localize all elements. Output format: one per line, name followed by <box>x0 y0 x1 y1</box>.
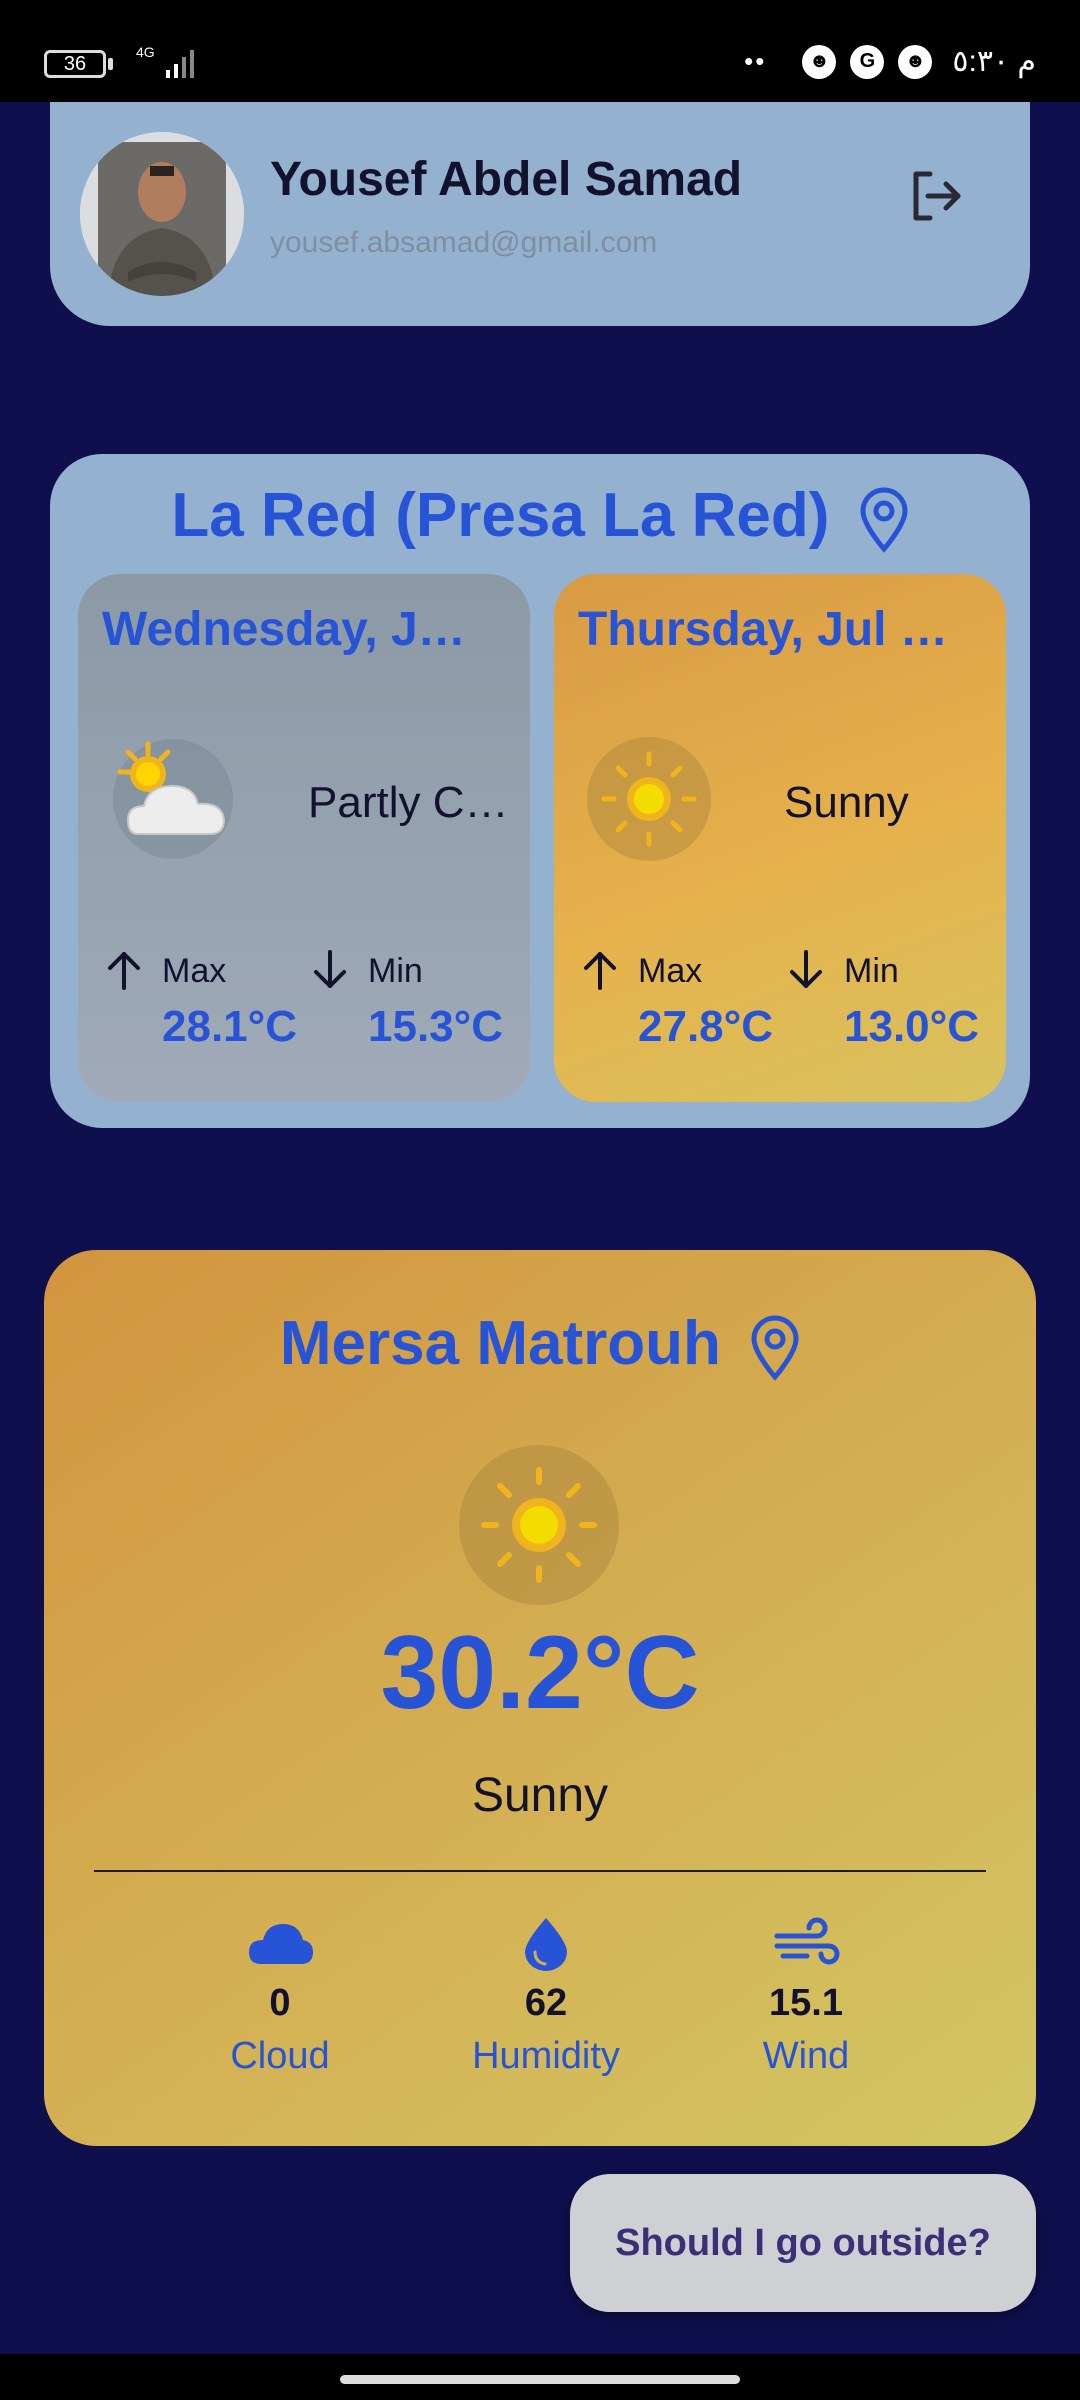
arrow-down-icon <box>314 950 346 988</box>
forecast-condition: Partly C… <box>308 778 509 827</box>
cloud-icon <box>249 1924 313 1964</box>
stat-cloud: 0 Cloud <box>170 1916 390 2078</box>
sun-icon <box>587 737 711 861</box>
max-label: Max <box>162 952 227 990</box>
min-label: Min <box>844 952 899 990</box>
divider <box>94 1870 986 1872</box>
battery-cap <box>108 58 113 70</box>
app-notification-icon: ☻ <box>898 44 933 79</box>
system-nav-bar <box>0 2354 1080 2400</box>
partly-cloudy-icon <box>113 739 233 859</box>
max-value: 27.8°C <box>638 1002 774 1051</box>
wind-value: 15.1 <box>769 1982 843 2024</box>
min-value: 15.3°C <box>368 1002 504 1051</box>
app-notification-icon: ☻ <box>802 44 837 79</box>
avatar[interactable] <box>80 132 244 296</box>
current-weather-card[interactable]: Mersa Matrouh 30.2°C Sunny 0 Cloud 62 Hu… <box>44 1250 1036 2146</box>
forecast-date: Thursday, Jul … <box>578 603 948 656</box>
sun-icon <box>459 1445 619 1605</box>
wind-icon <box>774 1917 840 1965</box>
arrow-up-icon <box>108 952 140 990</box>
google-icon: G <box>850 44 885 79</box>
current-temperature: 30.2°C <box>380 1615 700 1731</box>
logout-icon[interactable] <box>906 166 966 226</box>
stat-wind: 15.1 Wind <box>696 1916 916 2078</box>
profile-card: Yousef Abdel Samad yousef.absamad@gmail.… <box>50 102 1030 326</box>
forecast-day-card[interactable]: Thursday, Jul … Sunny Max 27.8°C Min 13.… <box>554 574 1006 1102</box>
min-label: Min <box>368 952 423 990</box>
current-condition: Sunny <box>471 1769 609 1822</box>
max-temp: Max 28.1°C <box>102 948 302 1068</box>
max-label: Max <box>638 952 703 990</box>
location-pin-icon <box>751 1315 799 1381</box>
forecast-condition: Sunny <box>784 778 909 827</box>
min-value: 13.0°C <box>844 1002 980 1051</box>
humidity-label: Humidity <box>472 2035 620 2077</box>
current-city-name: Mersa Matrouh <box>279 1309 721 1378</box>
stat-humidity: 62 Humidity <box>436 1916 656 2078</box>
min-temp: Min 15.3°C <box>308 948 508 1068</box>
forecast-date: Wednesday, J… <box>102 603 466 656</box>
max-value: 28.1°C <box>162 1002 298 1051</box>
max-temp: Max 27.8°C <box>578 948 778 1068</box>
cloud-value: 0 <box>269 1982 291 2024</box>
city-title: La Red (Presa La Red) <box>50 480 1030 553</box>
status-right: •• ☻ G ☻ م ٥:٣٠ <box>744 44 1036 79</box>
forecast-day-card[interactable]: Wednesday, J… Partly C… Max 28.1°C Min 1… <box>78 574 530 1102</box>
arrow-down-icon <box>790 950 822 988</box>
profile-email: yousef.absamad@gmail.com <box>270 226 658 259</box>
arrow-up-icon <box>584 952 616 990</box>
network-type: 4G <box>136 44 155 60</box>
clock: م ٥:٣٠ <box>952 45 1036 78</box>
battery-icon: 36 <box>44 50 106 78</box>
user-photo <box>80 132 244 296</box>
humidity-value: 62 <box>524 1982 568 2024</box>
notification-dots: •• <box>744 46 767 76</box>
droplet-icon <box>525 1918 567 1971</box>
should-i-go-outside-button[interactable]: Should I go outside? <box>570 2174 1036 2312</box>
battery-level: 36 <box>63 52 87 75</box>
min-temp: Min 13.0°C <box>784 948 984 1068</box>
city-name: La Red (Presa La Red) <box>171 481 830 550</box>
city-forecast-card[interactable]: La Red (Presa La Red) Wednesday, J… Part… <box>50 454 1030 1128</box>
home-gesture-handle[interactable] <box>340 2375 740 2384</box>
cloud-label: Cloud <box>230 2035 330 2077</box>
signal-icon <box>166 50 194 78</box>
status-bar: 36 4G •• ☻ G ☻ م ٥:٣٠ <box>0 0 1080 102</box>
profile-name: Yousef Abdel Samad <box>270 153 743 206</box>
wind-label: Wind <box>762 2035 850 2077</box>
location-pin-icon <box>860 487 908 553</box>
current-city-title: Mersa Matrouh <box>44 1308 1036 1381</box>
